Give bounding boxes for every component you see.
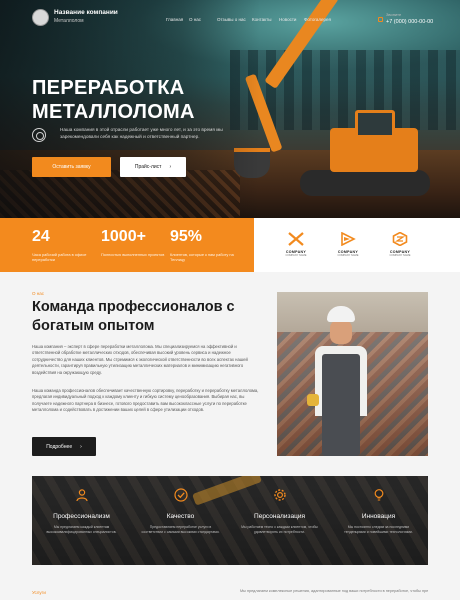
stat-text: Часа рабочий работа в офисе переработки	[32, 252, 87, 262]
menu-item-reviews[interactable]: Отзывы о нас	[217, 17, 246, 22]
top-navigation: Название компании Металлолом Главная О н…	[0, 0, 460, 36]
more-button-label: Подробнее	[46, 443, 73, 450]
stat-text: Клиентов, которые к нам работу на Теплиц…	[170, 252, 234, 262]
stat-value: 1000+	[101, 228, 146, 245]
request-button[interactable]: Оставить заявку	[32, 157, 111, 177]
excavator-track	[300, 170, 430, 196]
feature-title: Качество	[166, 513, 195, 520]
worker-photo	[277, 292, 428, 456]
price-list-label: Прайс-лист	[134, 164, 162, 170]
more-button[interactable]: Подробнее ›	[32, 437, 96, 456]
about-title: Команда профессионалов с богатым опытом	[32, 299, 235, 334]
partner-logos: COMPANY COMPANY NAME COMPANY COMPANY NAM…	[254, 218, 460, 272]
menu-item-home[interactable]: Главная	[166, 17, 183, 22]
hero-title: ПЕРЕРАБОТКА МЕТАЛЛОЛОМА	[32, 76, 272, 124]
hero-description: Наша компания в этой отрасли работает уж…	[60, 127, 223, 139]
hero-title-line2: МЕТАЛЛОЛОМА	[32, 101, 195, 123]
phone-icon	[378, 17, 383, 22]
feature-professionalism: Профессионализм Мы предлагаем каждый кли…	[32, 488, 131, 535]
company-name-block[interactable]: Название компании Металлолом	[54, 9, 118, 25]
feature-title: Персонализация	[254, 513, 305, 520]
gear-icon	[273, 488, 287, 502]
partner-logo: COMPANY COMPANY NAME	[328, 231, 368, 257]
stat-clients: 95% Клиентов, которые к нам работу на Те…	[170, 227, 240, 262]
worker-overalls	[322, 354, 360, 456]
hero-title-line1: ПЕРЕРАБОТКА	[32, 77, 185, 99]
price-list-button[interactable]: Прайс-лист ›	[120, 157, 186, 177]
company-subtitle: Металлолом	[54, 18, 84, 24]
partner-tagline: COMPANY NAME	[389, 254, 411, 257]
menu-item-gallery[interactable]: Фотогалерея	[304, 17, 331, 22]
feature-title: Профессионализм	[53, 513, 110, 520]
stat-hours: 24 Часа рабочий работа в офисе переработ…	[32, 227, 102, 262]
feature-text: Мы предлагаем каждый клиентам высококвал…	[46, 525, 117, 534]
hexagon-logo-icon	[392, 231, 408, 247]
company-name: Название компании	[54, 9, 118, 16]
arrows-logo-icon	[340, 231, 356, 247]
work-glove	[307, 394, 319, 406]
hard-hat	[327, 306, 355, 322]
services-intro-text: Мы предлагаем комплексные решения, адапт…	[240, 589, 428, 593]
target-icon	[32, 128, 46, 142]
menu-item-contacts[interactable]: Контакты	[252, 17, 271, 22]
feature-title: Инновация	[361, 513, 396, 520]
stat-value: 24	[32, 228, 50, 245]
company-logo[interactable]	[32, 9, 49, 26]
features-banner: Профессионализм Мы предлагаем каждый кли…	[32, 476, 428, 565]
menu-item-about[interactable]: О нас	[189, 17, 201, 22]
worker-face	[330, 320, 352, 344]
about-section-tag: О нас	[32, 291, 44, 296]
stat-text: Полностью выполненных проектов	[101, 252, 165, 257]
bulb-icon	[372, 488, 386, 502]
request-button-label: Оставить заявку	[52, 164, 91, 170]
partner-tagline: COMPANY NAME	[285, 254, 307, 257]
hero-section: Название компании Металлолом Главная О н…	[0, 0, 460, 218]
phone-block[interactable]: Звоните +7 (000) 000-00-00	[386, 12, 433, 26]
phone-number: +7 (000) 000-00-00	[386, 19, 434, 25]
feature-quality: Качество Предоставляем переработке услуг…	[131, 488, 230, 535]
chevron-right-icon: ›	[169, 164, 172, 170]
stats-bar: 24 Часа рабочий работа в офисе переработ…	[0, 218, 254, 272]
partner-tagline: COMPANY NAME	[337, 254, 359, 257]
stat-projects: 1000+ Полностью выполненных проектов	[101, 227, 171, 257]
feature-text: Мы постоянно следим за последними тенден…	[344, 525, 413, 534]
feature-innovation: Инновация Мы постоянно следим за последн…	[329, 488, 428, 535]
stat-value: 95%	[170, 228, 203, 245]
partner-logo: COMPANY COMPANY NAME	[380, 231, 420, 257]
excavator-cab	[355, 110, 395, 138]
chevron-right-icon: ›	[80, 443, 82, 450]
menu-item-news[interactable]: Новости	[279, 17, 296, 22]
about-paragraph-2: Наша команда профессионалов обеспечивает…	[32, 388, 259, 413]
checkmark-icon	[173, 488, 188, 502]
partner-logo: COMPANY COMPANY NAME	[276, 232, 316, 257]
user-icon	[75, 488, 89, 502]
feature-text: Мы работаем тесно с каждым клиентом, что…	[241, 525, 318, 534]
feature-personalization: Персонализация Мы работаем тесно с кажды…	[230, 488, 329, 535]
services-section-tag: Услуги	[32, 590, 46, 595]
feature-text: Предоставляем переработке услуги в соотв…	[141, 525, 220, 534]
chevrons-x-logo-icon	[288, 232, 304, 246]
about-paragraph-1: Наша компания – эксперт в сфере перерабо…	[32, 344, 248, 375]
